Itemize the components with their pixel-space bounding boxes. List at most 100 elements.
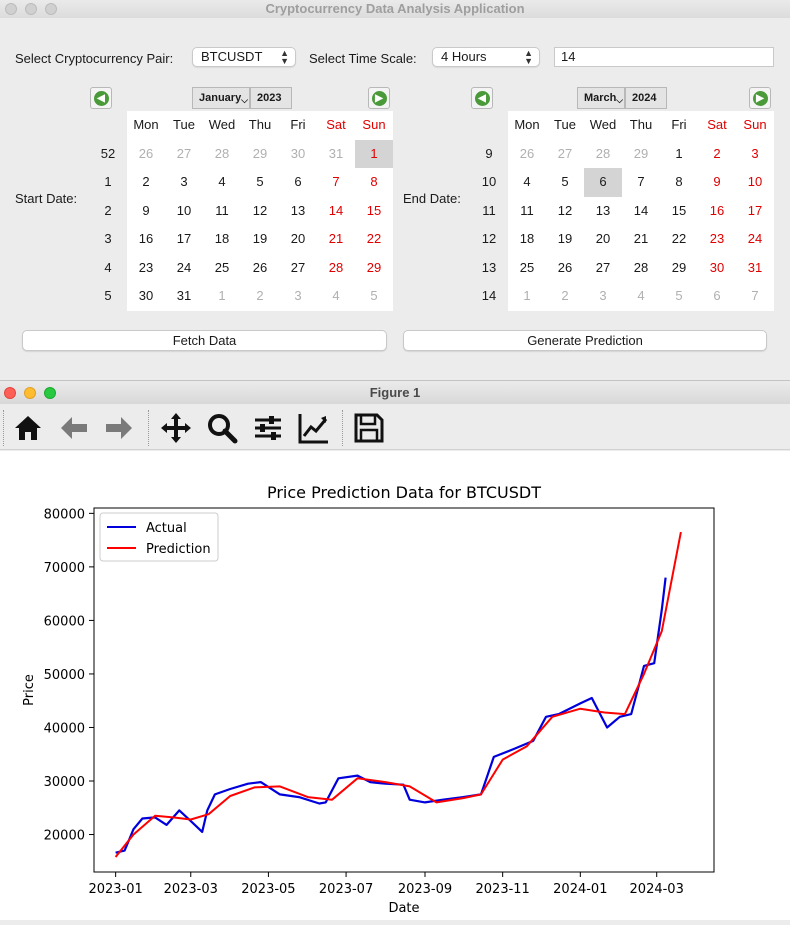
calendar-day[interactable]: 24 xyxy=(736,225,774,254)
calendar-day[interactable]: 1 xyxy=(508,282,546,311)
fetch-data-button[interactable]: Fetch Data xyxy=(22,330,387,351)
calendar-day[interactable]: 1 xyxy=(355,139,393,168)
calendar-day[interactable]: 7 xyxy=(736,282,774,311)
configure-subplots-icon[interactable] xyxy=(251,411,285,445)
calendar-day[interactable]: 16 xyxy=(127,225,165,254)
timescale-select[interactable]: 4 Hours ▲ ▼ xyxy=(432,47,540,67)
calendar-day[interactable]: 23 xyxy=(127,254,165,283)
year-selector[interactable]: 2023 xyxy=(250,87,292,109)
calendar-day[interactable]: 30 xyxy=(127,282,165,311)
calendar-day[interactable]: 31 xyxy=(317,140,355,169)
pan-icon[interactable] xyxy=(159,411,193,445)
calendar-day[interactable]: 30 xyxy=(698,254,736,283)
calendar-day[interactable]: 5 xyxy=(546,168,584,197)
calendar-day[interactable]: 15 xyxy=(660,197,698,226)
calendar-day[interactable]: 23 xyxy=(698,225,736,254)
save-icon[interactable] xyxy=(352,411,386,445)
calendar-day[interactable]: 26 xyxy=(127,140,165,169)
calendar-day[interactable]: 2 xyxy=(127,168,165,197)
calendar-day[interactable]: 17 xyxy=(736,197,774,226)
calendar-day[interactable]: 22 xyxy=(660,225,698,254)
calendar-day[interactable]: 25 xyxy=(508,254,546,283)
calendar-day[interactable]: 12 xyxy=(546,197,584,226)
calendar-day[interactable]: 26 xyxy=(241,254,279,283)
calendar-day[interactable]: 3 xyxy=(736,140,774,169)
calendar-day[interactable]: 8 xyxy=(660,168,698,197)
calendar-day[interactable]: 6 xyxy=(698,282,736,311)
month-selector[interactable]: January ⌵ xyxy=(192,87,250,109)
edit-axis-icon[interactable] xyxy=(297,411,331,445)
calendar-day[interactable]: 18 xyxy=(203,225,241,254)
calendar-day[interactable]: 29 xyxy=(622,140,660,169)
calendar-day[interactable]: 2 xyxy=(698,140,736,169)
calendar-day[interactable]: 20 xyxy=(584,225,622,254)
calendar-day[interactable]: 29 xyxy=(241,140,279,169)
calendar-day[interactable]: 25 xyxy=(203,254,241,283)
calendar-day[interactable]: 19 xyxy=(546,225,584,254)
calendar-day[interactable]: 3 xyxy=(165,168,203,197)
window-entry[interactable]: 14 xyxy=(554,47,774,67)
calendar-day[interactable]: 14 xyxy=(317,197,355,226)
calendar-day[interactable]: 29 xyxy=(355,254,393,283)
calendar-day[interactable]: 4 xyxy=(622,282,660,311)
calendar-day[interactable]: 11 xyxy=(508,197,546,226)
calendar-day[interactable]: 21 xyxy=(622,225,660,254)
calendar-day[interactable]: 28 xyxy=(317,254,355,283)
calendar-day[interactable]: 4 xyxy=(317,282,355,311)
calendar-day[interactable]: 28 xyxy=(622,254,660,283)
calendar-day[interactable]: 1 xyxy=(660,140,698,169)
calendar-day[interactable]: 11 xyxy=(203,197,241,226)
calendar-day[interactable]: 14 xyxy=(622,197,660,226)
calendar-day[interactable]: 6 xyxy=(584,168,622,197)
calendar-day[interactable]: 26 xyxy=(508,140,546,169)
calendar-day[interactable]: 2 xyxy=(546,282,584,311)
forward-arrow-icon[interactable] xyxy=(102,411,136,445)
minimize-window-button[interactable] xyxy=(24,387,36,399)
calendar-day[interactable]: 28 xyxy=(203,140,241,169)
calendar-day[interactable]: 3 xyxy=(584,282,622,311)
calendar-day[interactable]: 9 xyxy=(127,197,165,226)
calendar-day[interactable]: 26 xyxy=(546,254,584,283)
price-chart[interactable]: Price Prediction Data for BTCUSDT 20000 30… xyxy=(0,451,790,920)
year-selector[interactable]: 2024 xyxy=(625,87,667,109)
calendar-day[interactable]: 27 xyxy=(165,140,203,169)
calendar-day[interactable]: 27 xyxy=(546,140,584,169)
prev-month-button[interactable]: ◀ xyxy=(90,87,112,109)
calendar-day[interactable]: 27 xyxy=(584,254,622,283)
zoom-window-button[interactable] xyxy=(44,387,56,399)
calendar-day[interactable]: 19 xyxy=(241,225,279,254)
calendar-day[interactable]: 24 xyxy=(165,254,203,283)
calendar-day[interactable]: 9 xyxy=(698,168,736,197)
calendar-day[interactable]: 6 xyxy=(279,168,317,197)
calendar-day[interactable]: 13 xyxy=(279,197,317,226)
calendar-day[interactable]: 1 xyxy=(203,282,241,311)
calendar-day[interactable]: 10 xyxy=(736,168,774,197)
calendar-day[interactable]: 5 xyxy=(355,282,393,311)
close-window-button[interactable] xyxy=(4,387,16,399)
calendar-day[interactable]: 4 xyxy=(508,168,546,197)
calendar-day[interactable]: 5 xyxy=(241,168,279,197)
prev-month-button[interactable]: ◀ xyxy=(471,87,493,109)
calendar-day[interactable]: 22 xyxy=(355,225,393,254)
calendar-day[interactable]: 16 xyxy=(698,197,736,226)
calendar-day[interactable]: 7 xyxy=(317,168,355,197)
calendar-day[interactable]: 7 xyxy=(622,168,660,197)
calendar-day[interactable]: 15 xyxy=(355,197,393,226)
home-icon[interactable] xyxy=(11,411,45,445)
calendar-day[interactable]: 8 xyxy=(355,168,393,197)
zoom-window-button[interactable] xyxy=(45,3,57,15)
next-month-button[interactable]: ▶ xyxy=(749,87,771,109)
back-arrow-icon[interactable] xyxy=(57,411,91,445)
calendar-day[interactable]: 30 xyxy=(279,140,317,169)
calendar-day[interactable]: 21 xyxy=(317,225,355,254)
calendar-day[interactable]: 27 xyxy=(279,254,317,283)
calendar-day[interactable]: 31 xyxy=(165,282,203,311)
calendar-day[interactable]: 3 xyxy=(279,282,317,311)
generate-prediction-button[interactable]: Generate Prediction xyxy=(403,330,767,351)
calendar-day[interactable]: 20 xyxy=(279,225,317,254)
month-selector[interactable]: March ⌵ xyxy=(577,87,625,109)
calendar-day[interactable]: 12 xyxy=(241,197,279,226)
pair-select[interactable]: BTCUSDT ▲ ▼ xyxy=(192,47,296,67)
calendar-day[interactable]: 17 xyxy=(165,225,203,254)
calendar-day[interactable]: 2 xyxy=(241,282,279,311)
